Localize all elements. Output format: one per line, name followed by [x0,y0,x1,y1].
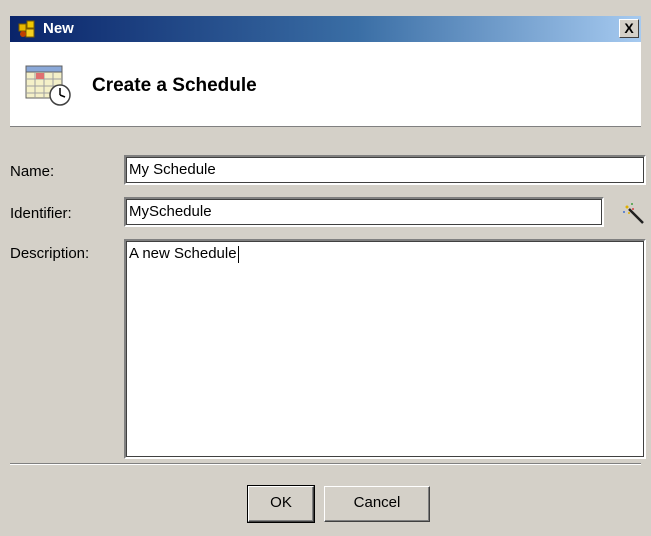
app-icon [18,20,35,38]
identifier-label: Identifier: [10,205,72,222]
form-area: Name: My Schedule Identifier: MySchedule… [10,127,646,536]
cancel-button[interactable]: Cancel [324,486,430,522]
calendar-clock-icon [25,65,71,106]
identifier-field[interactable]: MySchedule [124,197,604,227]
dialog-header: Create a Schedule [10,42,641,127]
button-separator [10,463,641,465]
close-icon: X [624,20,634,36]
name-label: Name: [10,163,55,180]
close-button[interactable]: X [619,19,639,38]
ok-button[interactable]: OK [247,485,315,523]
text-caret [237,245,239,263]
name-field[interactable]: My Schedule [124,155,646,185]
dialog-heading: Create a Schedule [92,75,257,96]
new-dialog: New X Create a Schedule Name: My Schedul… [0,0,651,536]
magic-wand-icon[interactable] [621,201,647,227]
title-bar[interactable]: New X [10,16,641,42]
description-field[interactable]: A new Schedule [124,239,646,459]
window-title: New [43,20,74,37]
description-label: Description: [10,245,90,262]
